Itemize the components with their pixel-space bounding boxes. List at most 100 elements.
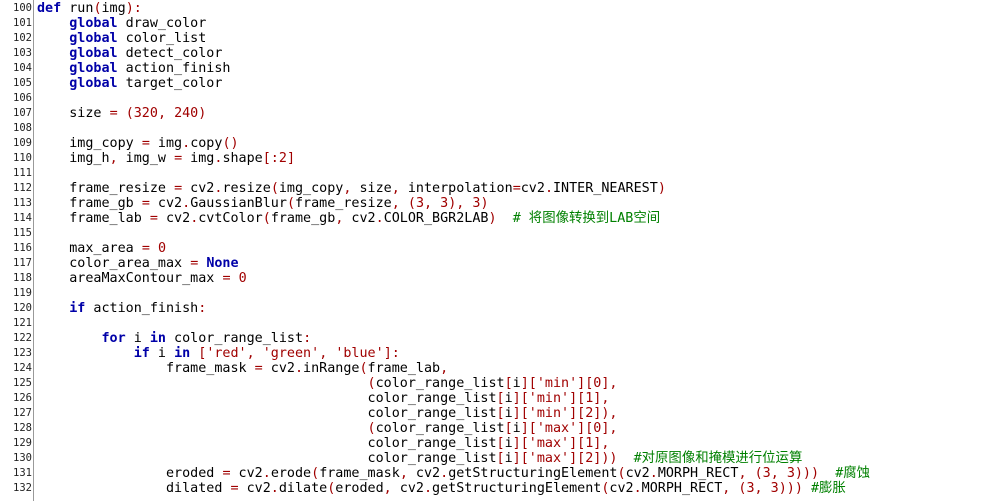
- code-token: :: [198, 301, 207, 316]
- code-token: 'blue': [335, 346, 384, 361]
- code-token: detect_color: [117, 46, 223, 61]
- line-number: 112: [13, 182, 32, 194]
- code-token: [: [496, 436, 505, 451]
- code-area[interactable]: def run(img): global draw_color global c…: [37, 0, 1002, 501]
- code-token: 'max': [536, 421, 578, 436]
- code-line[interactable]: size = (320, 240): [37, 106, 206, 121]
- code-token: 'min': [528, 391, 570, 406]
- code-token: color_area_max: [37, 256, 191, 271]
- code-token: ][: [520, 376, 537, 391]
- code-token: ]),: [593, 406, 618, 421]
- code-token: [: [496, 406, 505, 421]
- line-number: 129: [13, 437, 32, 449]
- line-number: 125: [13, 377, 32, 389]
- code-token: cv2: [625, 466, 650, 481]
- code-line[interactable]: if i in ['red', 'green', 'blue']:: [37, 346, 400, 361]
- code-token: i: [504, 436, 513, 451]
- line-number: 121: [13, 317, 32, 329]
- code-line[interactable]: def run(img):: [37, 1, 142, 16]
- code-token: if: [69, 301, 86, 316]
- code-line[interactable]: img_copy = img.copy(): [37, 136, 239, 151]
- code-token: ,: [383, 481, 392, 496]
- code-line[interactable]: frame_lab = cv2.cvtColor(frame_gb, cv2.C…: [37, 211, 660, 226]
- code-token: erode: [270, 466, 312, 481]
- code-token: frame_resize: [37, 181, 175, 196]
- code-token: (: [262, 211, 271, 226]
- code-token: ),: [448, 196, 465, 211]
- code-line[interactable]: color_range_list[i]['max'][2])) #对原图像和掩模…: [37, 451, 803, 466]
- code-token: cv2: [238, 481, 271, 496]
- code-token: copy: [190, 136, 223, 151]
- code-line[interactable]: frame_resize = cv2. resize(img_copy, size…: [37, 181, 666, 196]
- code-line[interactable]: color_range_list[i]['max'][1],: [37, 436, 610, 451]
- code-token: cv2: [262, 361, 295, 376]
- code-line[interactable]: (color_range_list[i]['max'][0],: [37, 421, 618, 436]
- code-line[interactable]: global detect_color: [37, 46, 222, 61]
- code-line[interactable]: img_h, img_w = img.shape[:2]: [37, 151, 295, 166]
- code-token: ,: [157, 106, 166, 121]
- code-token: img_w: [117, 151, 175, 166]
- code-token: i: [149, 346, 175, 361]
- code-token: color_range_list: [37, 406, 497, 421]
- code-line[interactable]: color_range_list[i]['min'][1],: [37, 391, 610, 406]
- code-token: cv2: [182, 181, 215, 196]
- code-token: frame_gb: [270, 211, 336, 226]
- code-token: ],: [593, 436, 610, 451]
- code-token: .: [294, 361, 304, 376]
- line-number: 102: [13, 32, 32, 44]
- code-token: ][: [520, 421, 537, 436]
- code-line[interactable]: dilated = cv2.dilate(eroded, cv2.getStru…: [37, 481, 846, 496]
- line-number: 105: [13, 77, 32, 89]
- code-token: (: [367, 421, 376, 436]
- code-token: ,: [424, 196, 433, 211]
- code-line[interactable]: if action_finish:: [37, 301, 206, 316]
- code-token: =: [230, 481, 239, 496]
- code-line[interactable]: max_area = 0: [37, 241, 166, 256]
- code-token: ])): [593, 451, 618, 466]
- code-line[interactable]: global color_list: [37, 31, 206, 46]
- line-number: 126: [13, 392, 32, 404]
- code-token: 'min': [536, 376, 578, 391]
- code-token: 0: [238, 271, 247, 286]
- code-token: frame_mask: [37, 361, 255, 376]
- code-line[interactable]: areaMaxContour_max = 0: [37, 271, 247, 286]
- code-line[interactable]: for i in color_range_list:: [37, 331, 312, 346]
- code-token: (): [222, 136, 239, 151]
- code-token: .: [649, 466, 658, 481]
- code-editor[interactable]: 100 101 102 103 104 105 106 107 108 109 110 111 112 1…: [0, 0, 1002, 501]
- code-token: ): [480, 196, 489, 211]
- code-token: MORPH_RECT: [641, 481, 723, 496]
- code-token: color_list: [117, 31, 207, 46]
- code-line[interactable]: global draw_color: [37, 16, 206, 31]
- code-line[interactable]: frame_gb = cv2.GaussianBlur(frame_resize…: [37, 196, 489, 211]
- code-token: frame_lab: [37, 211, 150, 226]
- code-token: size: [351, 181, 392, 196]
- code-token: ))): [778, 481, 803, 496]
- code-token: .: [423, 481, 433, 496]
- code-line[interactable]: frame_mask = cv2.inRange(frame_lab,: [37, 361, 448, 376]
- code-token: ][: [569, 436, 586, 451]
- line-number: 101: [13, 17, 32, 29]
- line-number: 119: [13, 287, 32, 299]
- code-line[interactable]: eroded = cv2.erode(frame_mask, cv2.getSt…: [37, 466, 870, 481]
- code-token: i: [125, 331, 150, 346]
- code-token: [: [496, 391, 505, 406]
- code-line[interactable]: color_area_max = None: [37, 256, 238, 271]
- code-line[interactable]: global action_finish: [37, 61, 230, 76]
- code-token: ): [657, 181, 666, 196]
- code-token: ][: [577, 421, 594, 436]
- line-number: 120: [13, 302, 32, 314]
- line-number: 128: [13, 422, 32, 434]
- code-line[interactable]: global target_color: [37, 76, 222, 91]
- code-line[interactable]: color_range_list[i]['min'][2]),: [37, 406, 618, 421]
- code-token: getStructuringElement: [448, 466, 618, 481]
- code-line[interactable]: (color_range_list[i]['min'][0],: [37, 376, 618, 391]
- code-token: (: [93, 1, 102, 16]
